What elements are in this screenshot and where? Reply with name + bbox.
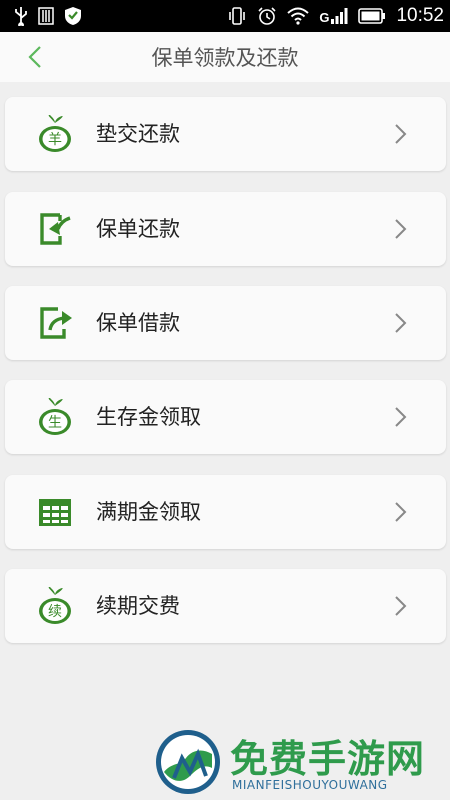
chevron-right-icon	[395, 313, 407, 333]
vibrate-icon	[229, 7, 246, 25]
battery-icon	[358, 8, 386, 24]
shield-icon	[65, 7, 81, 25]
icon-glyph: 羊	[48, 132, 62, 148]
icon-glyph: 续	[48, 603, 62, 620]
chevron-right-icon	[395, 219, 407, 239]
status-bar: G 10:52	[0, 0, 450, 32]
menu-item-label: 续期交费	[96, 594, 180, 618]
money-bag-renewal-icon: 续	[36, 586, 74, 626]
menu-item-policy-loan[interactable]: 保单借款	[5, 286, 446, 360]
watermark-title: 免费手游网	[230, 737, 426, 781]
menu-item-label: 保单还款	[96, 217, 180, 241]
watermark-subtitle: MIANFEISHOUYOUWANG	[232, 778, 388, 792]
menu-item-maturity-benefit[interactable]: 满期金领取	[5, 475, 446, 549]
signal-group: G	[319, 7, 348, 25]
menu-item-policy-repayment[interactable]: 保单还款	[5, 192, 446, 266]
chevron-right-icon	[395, 407, 407, 427]
chevron-left-icon	[28, 46, 41, 68]
navigation-bar: 保单领款及还款	[0, 32, 450, 82]
return-arrow-icon	[36, 209, 74, 249]
table-calendar-icon	[36, 492, 74, 532]
chevron-right-icon	[395, 124, 407, 144]
usb-icon	[15, 7, 27, 26]
menu-item-label: 垫交还款	[96, 122, 180, 146]
money-bag-survival-icon: 生	[36, 397, 74, 437]
status-time: 10:52	[396, 5, 444, 26]
chevron-right-icon	[395, 596, 407, 616]
signal-strength-icon	[331, 8, 348, 24]
watermark-logo-icon	[156, 730, 220, 794]
status-left-icons	[14, 6, 82, 26]
back-button[interactable]	[22, 43, 48, 71]
share-arrow-icon	[36, 303, 74, 343]
network-type-label: G	[319, 10, 330, 25]
watermark: 免费手游网 MIANFEISHOUYOUWANG	[150, 726, 450, 800]
page-title: 保单领款及还款	[151, 46, 299, 70]
alarm-clock-icon	[258, 7, 276, 25]
sim-card-icon	[38, 7, 54, 25]
money-bag-yen-icon: 羊	[36, 114, 74, 154]
menu-item-renewal-payment[interactable]: 续 续期交费	[5, 569, 446, 643]
menu-item-label: 生存金领取	[96, 405, 201, 429]
status-right-icons: G 10:52	[227, 5, 444, 27]
icon-glyph: 生	[48, 415, 62, 431]
wifi-icon	[287, 7, 309, 25]
menu-item-survival-benefit[interactable]: 生 生存金领取	[5, 380, 446, 454]
menu-item-label: 满期金领取	[96, 500, 201, 524]
menu-item-advance-repayment[interactable]: 羊 垫交还款	[5, 97, 446, 171]
menu-item-label: 保单借款	[96, 311, 180, 335]
chevron-right-icon	[395, 502, 407, 522]
